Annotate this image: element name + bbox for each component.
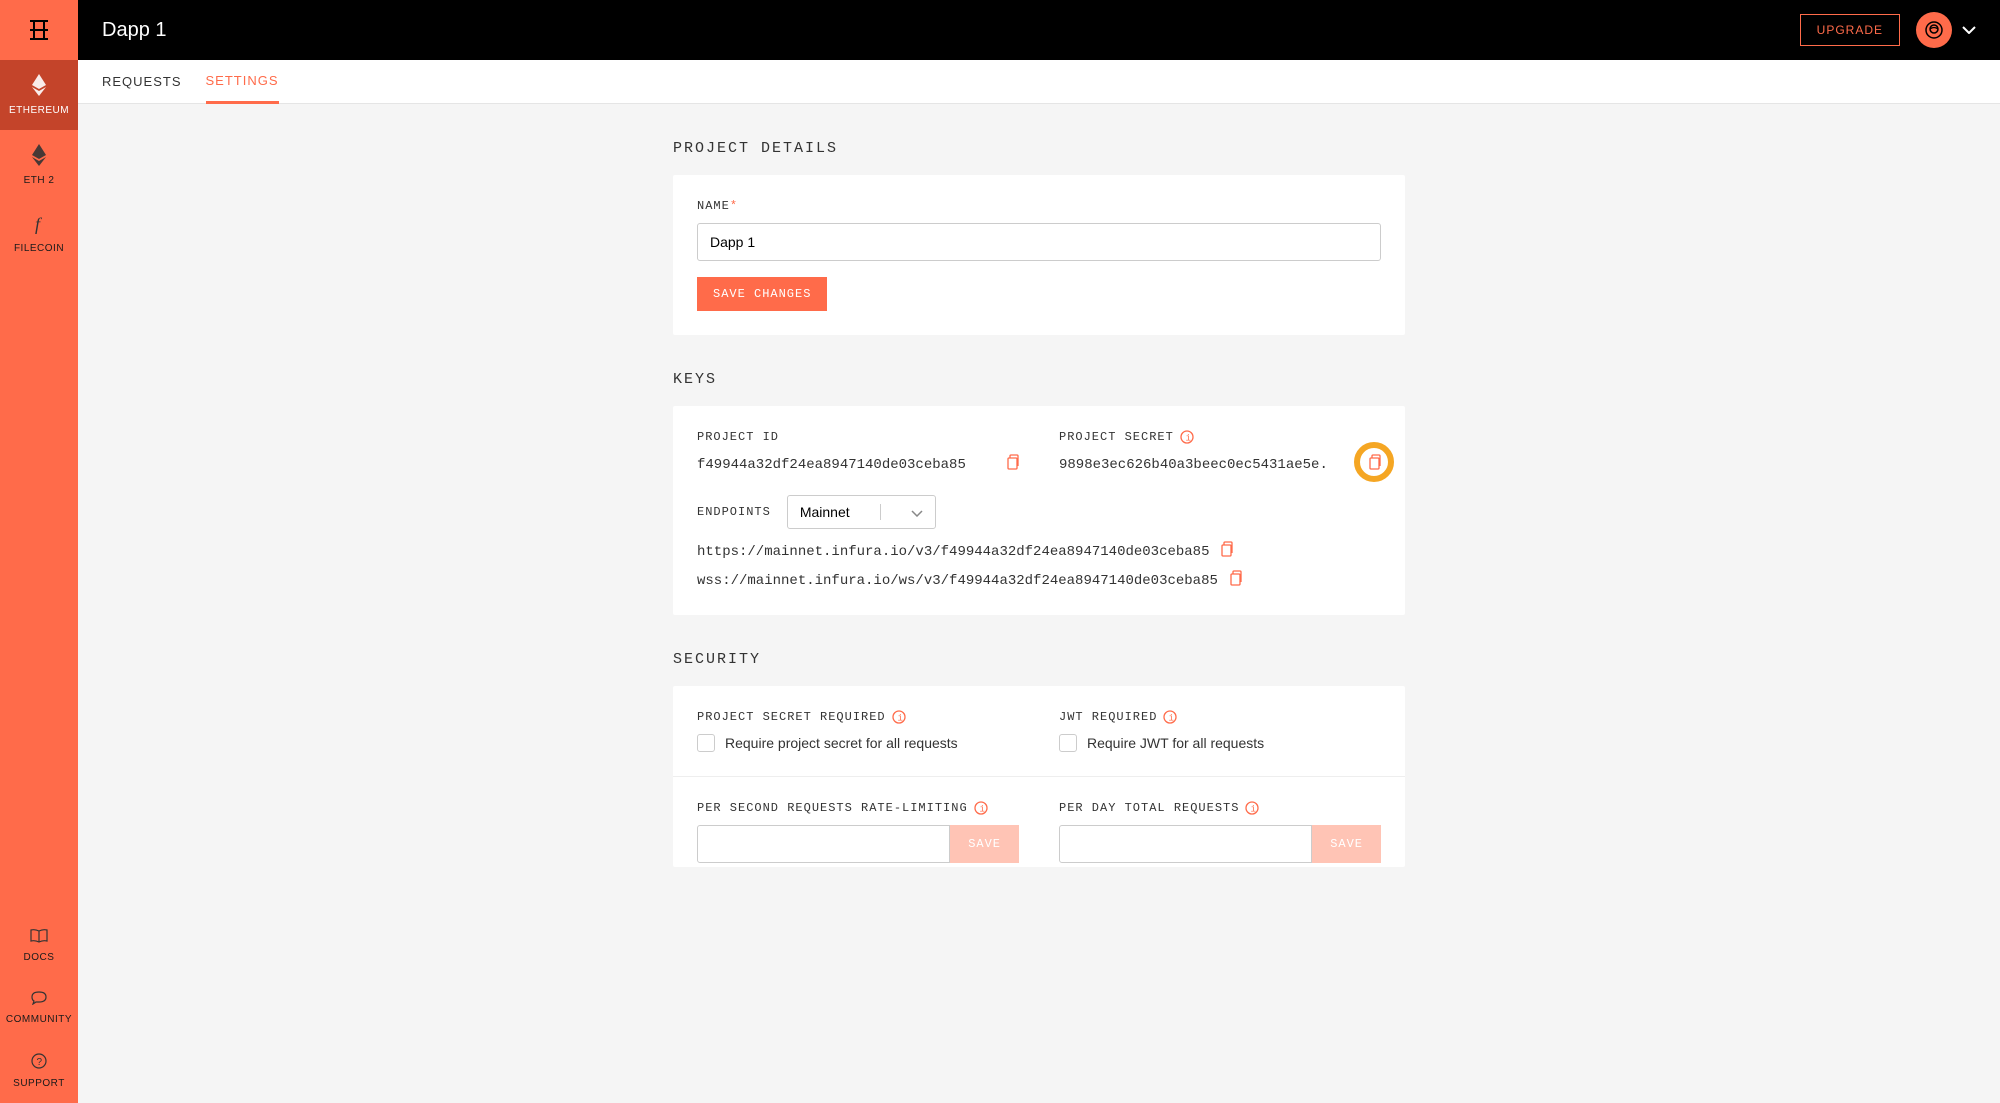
avatar[interactable] <box>1916 12 1952 48</box>
project-details-card: NAME* SAVE CHANGES <box>673 175 1405 335</box>
info-icon[interactable]: i <box>892 710 906 724</box>
svg-text:i: i <box>979 805 985 815</box>
tab-requests[interactable]: REQUESTS <box>102 61 182 102</box>
per-day-input[interactable] <box>1059 825 1312 863</box>
copy-icon[interactable] <box>1367 454 1381 475</box>
svg-text:i: i <box>897 714 903 724</box>
tab-settings[interactable]: SETTINGS <box>206 60 279 104</box>
section-title-keys: KEYS <box>673 371 1405 388</box>
info-icon[interactable]: i <box>1163 710 1177 724</box>
copy-icon[interactable] <box>1005 454 1019 475</box>
sidebar-item-label: FILECOIN <box>14 243 64 254</box>
endpoint-http: https://mainnet.infura.io/v3/f49944a32df… <box>697 541 1381 562</box>
page-title: Dapp 1 <box>102 19 1800 42</box>
endpoints-selected-value: Mainnet <box>800 504 850 520</box>
logo-icon <box>26 17 52 43</box>
section-title-security: SECURITY <box>673 651 1405 668</box>
sidebar-item-docs[interactable]: DOCS <box>0 915 78 977</box>
project-id-label: PROJECT ID <box>697 430 1019 444</box>
svg-text:i: i <box>1169 714 1175 724</box>
project-details-section: PROJECT DETAILS NAME* SAVE CHANGES <box>673 140 1405 371</box>
secret-required-label: PROJECT SECRET REQUIRED i <box>697 710 1019 724</box>
per-second-input[interactable] <box>697 825 950 863</box>
svg-text:?: ? <box>37 1057 43 1068</box>
chat-icon <box>31 991 47 1008</box>
project-name-input[interactable] <box>697 223 1381 261</box>
security-card: PROJECT SECRET REQUIRED i Require projec… <box>673 686 1405 867</box>
required-marker: * <box>730 199 738 213</box>
copy-icon[interactable] <box>1219 541 1233 562</box>
topbar: Dapp 1 UPGRADE <box>78 0 2000 60</box>
endpoints-label: ENDPOINTS <box>697 505 771 519</box>
endpoint-wss: wss://mainnet.infura.io/ws/v3/f49944a32d… <box>697 570 1381 591</box>
keys-section: KEYS PROJECT ID f49944a32df24ea8947140de… <box>673 371 1405 651</box>
tab-bar: REQUESTS SETTINGS <box>78 60 2000 104</box>
project-secret-label: PROJECT SECRET i <box>1059 430 1381 444</box>
secret-required-checkbox-label: Require project secret for all requests <box>725 735 958 751</box>
save-per-second-button[interactable]: SAVE <box>950 825 1019 863</box>
ethereum-icon <box>31 74 47 99</box>
info-icon[interactable]: i <box>974 801 988 815</box>
jwt-required-checkbox-label: Require JWT for all requests <box>1087 735 1264 751</box>
sidebar-item-eth2[interactable]: ETH 2 <box>0 130 78 200</box>
book-icon <box>30 929 48 946</box>
save-per-day-button[interactable]: SAVE <box>1312 825 1381 863</box>
filecoin-icon: f <box>31 214 47 237</box>
per-second-label: PER SECOND REQUESTS RATE-LIMITING i <box>697 801 1019 815</box>
sidebar-item-label: DOCS <box>24 952 55 963</box>
sidebar-item-label: COMMUNITY <box>6 1014 72 1025</box>
sidebar: ETHEREUM ETH 2 f FILECOIN DOCS COMMUNITY… <box>0 0 78 1103</box>
info-icon[interactable]: i <box>1180 430 1194 444</box>
project-id-value: f49944a32df24ea8947140de03ceba85 <box>697 454 1019 475</box>
project-secret-value: 9898e3ec626b40a3beec0ec5431ae5e. <box>1059 454 1381 475</box>
sidebar-item-filecoin[interactable]: f FILECOIN <box>0 200 78 268</box>
chevron-down-icon <box>911 504 923 520</box>
eth2-icon <box>31 144 47 169</box>
svg-text:i: i <box>1251 805 1257 815</box>
endpoints-select[interactable]: Mainnet <box>787 495 936 529</box>
sidebar-item-label: ETHEREUM <box>9 105 69 116</box>
help-icon: ? <box>31 1053 47 1072</box>
copy-icon[interactable] <box>1228 570 1242 591</box>
svg-text:i: i <box>1185 434 1191 444</box>
sidebar-item-label: ETH 2 <box>24 175 55 186</box>
upgrade-button[interactable]: UPGRADE <box>1800 14 1900 46</box>
per-day-label: PER DAY TOTAL REQUESTS i <box>1059 801 1381 815</box>
sidebar-item-ethereum[interactable]: ETHEREUM <box>0 60 78 130</box>
chevron-down-icon[interactable] <box>1962 21 1976 39</box>
security-section: SECURITY PROJECT SECRET REQUIRED i Requi… <box>673 651 1405 867</box>
astronaut-icon <box>1924 20 1944 40</box>
save-changes-button[interactable]: SAVE CHANGES <box>697 277 827 311</box>
jwt-required-label: JWT REQUIRED i <box>1059 710 1381 724</box>
svg-text:f: f <box>35 214 43 234</box>
sidebar-item-community[interactable]: COMMUNITY <box>0 977 78 1039</box>
sidebar-item-label: SUPPORT <box>13 1078 65 1089</box>
name-label: NAME* <box>697 199 1381 213</box>
info-icon[interactable]: i <box>1245 801 1259 815</box>
logo[interactable] <box>0 0 78 60</box>
main-content: PROJECT DETAILS NAME* SAVE CHANGES KEYS … <box>78 104 2000 903</box>
sidebar-item-support[interactable]: ? SUPPORT <box>0 1039 78 1103</box>
section-title-project-details: PROJECT DETAILS <box>673 140 1405 157</box>
jwt-required-checkbox[interactable] <box>1059 734 1077 752</box>
keys-card: PROJECT ID f49944a32df24ea8947140de03ceb… <box>673 406 1405 615</box>
secret-required-checkbox[interactable] <box>697 734 715 752</box>
